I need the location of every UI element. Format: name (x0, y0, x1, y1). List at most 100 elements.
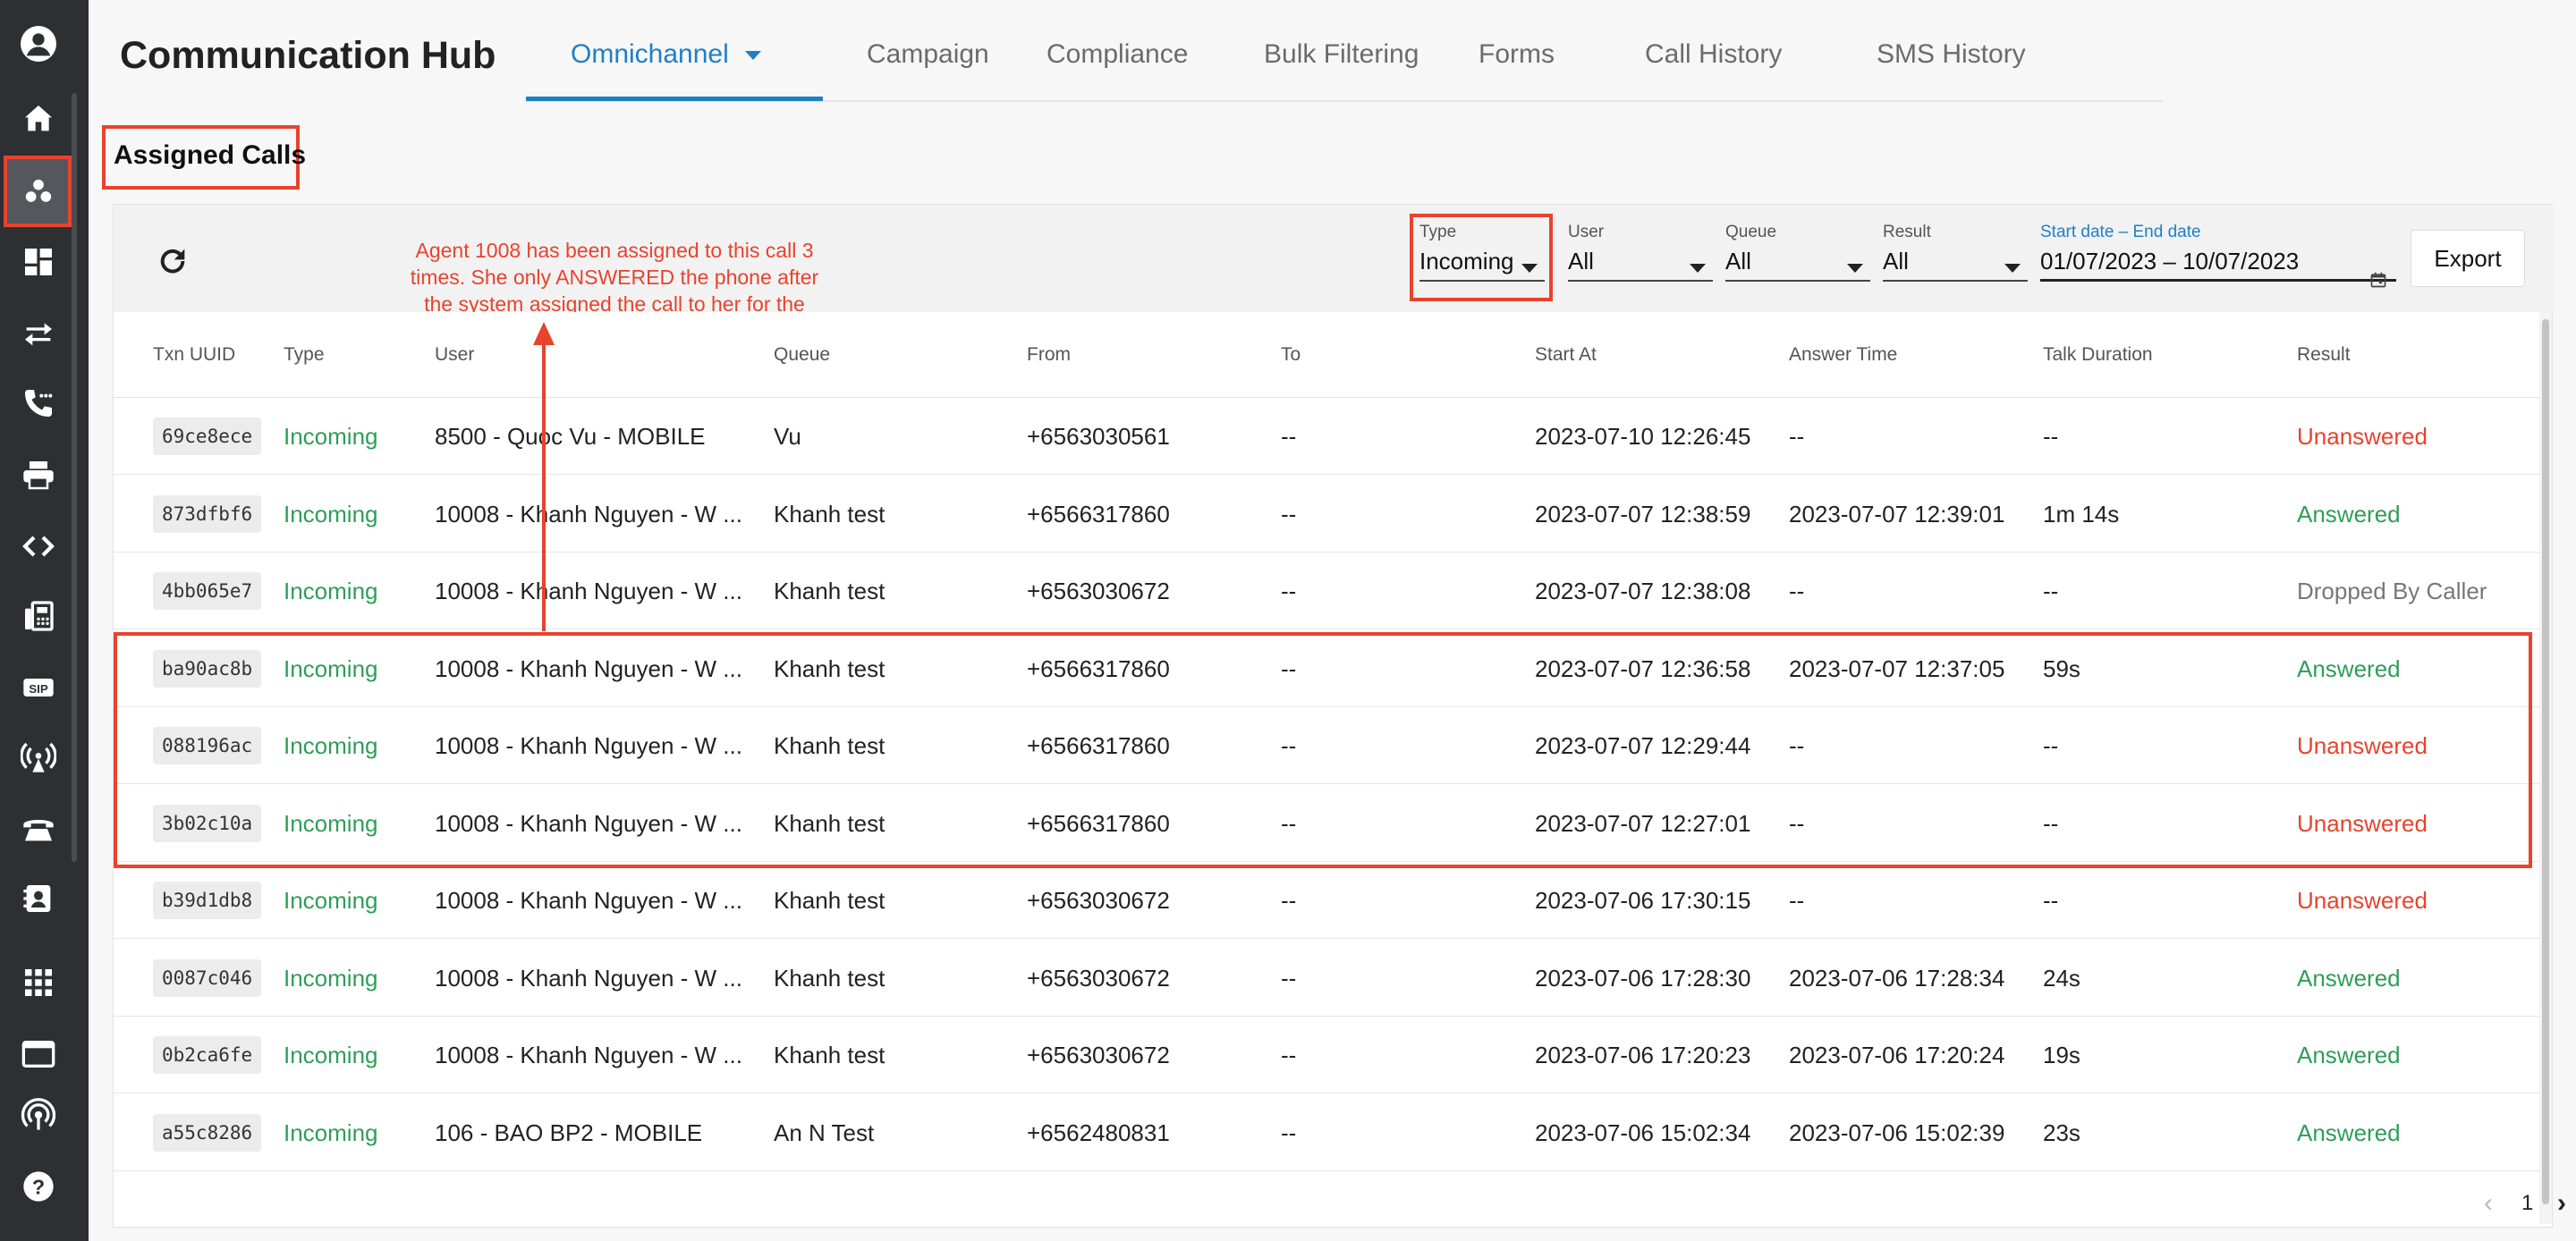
cell-result: Answered (2297, 964, 2401, 992)
col-header-result[interactable]: Result (2297, 344, 2351, 366)
table-row[interactable]: 088196ac Incoming 10008 - Khanh Nguyen - W… (114, 707, 2539, 784)
txn-uuid-chip[interactable]: 4bb065e7 (153, 572, 262, 610)
table-row[interactable]: 0b2ca6fe Incoming 10008 - Khanh Nguyen - W… (114, 1017, 2539, 1093)
table-row[interactable]: 873dfbf6 Incoming 10008 - Khanh Nguyen - W… (114, 475, 2539, 553)
cell-answer-time: -- (1789, 578, 1805, 604)
cell-type: Incoming (284, 423, 378, 450)
sip-icon[interactable]: SIP (0, 656, 77, 719)
tab-compliance[interactable]: Compliance (1046, 39, 1188, 70)
txn-uuid-chip[interactable]: ba90ac8b (153, 649, 262, 688)
dashboard-icon[interactable] (0, 231, 77, 293)
home-icon[interactable] (0, 88, 77, 150)
start-date[interactable]: 01/07/2023 (2040, 248, 2157, 274)
apps-grid-icon[interactable] (0, 951, 77, 1014)
table-row[interactable]: b39d1db8 Incoming 10008 - Khanh Nguyen - W… (114, 862, 2539, 939)
cell-user: 8500 - Quoc Vu - MOBILE (435, 423, 706, 450)
page-number[interactable]: 1 (2521, 1191, 2533, 1216)
col-header-from[interactable]: From (1027, 344, 1071, 366)
tab-bar: Omnichannel Campaign Compliance Bulk Fil… (526, 0, 2163, 102)
desk-phone-icon[interactable] (0, 798, 77, 860)
cell-queue: Khanh test (774, 809, 886, 837)
help-icon[interactable]: ? (0, 1155, 77, 1218)
tab-call-history[interactable]: Call History (1645, 39, 1782, 70)
fax-icon[interactable] (0, 585, 77, 647)
txn-uuid-chip[interactable]: 873dfbf6 (153, 494, 262, 533)
next-page-icon[interactable]: › (2557, 1188, 2566, 1219)
type-filter[interactable]: Type Incoming (1419, 223, 1545, 282)
txn-uuid-chip[interactable]: 69ce8ece (153, 418, 262, 455)
cell-answer-time: 2023-07-07 12:37:05 (1789, 654, 2005, 682)
txn-uuid-chip[interactable]: 0087c046 (153, 958, 262, 997)
txn-uuid-chip[interactable]: b39d1db8 (153, 882, 262, 919)
user-filter-label: User (1568, 223, 1605, 241)
chevron-down-icon (1847, 264, 1863, 273)
txn-uuid-chip[interactable]: a55c8286 (153, 1113, 262, 1152)
cell-from: +6563030672 (1027, 964, 1170, 992)
antenna-icon[interactable] (0, 726, 77, 789)
tab-bulk-filtering[interactable]: Bulk Filtering (1264, 39, 1419, 70)
code-icon[interactable] (0, 515, 77, 578)
scrollbar-thumb[interactable] (2542, 319, 2549, 1204)
txn-uuid-chip[interactable]: 088196ac (153, 727, 262, 764)
cell-start-at: 2023-07-06 17:30:15 (1535, 887, 1751, 914)
phone-forward-icon[interactable] (0, 372, 77, 435)
tab-sms-history[interactable]: SMS History (1877, 39, 2026, 70)
cell-result: Answered (2297, 654, 2401, 682)
cell-result: Dropped By Caller (2297, 578, 2487, 604)
col-header-answer[interactable]: Answer Time (1789, 344, 1897, 366)
cell-to: -- (1281, 732, 1297, 759)
col-header-start[interactable]: Start At (1535, 344, 1597, 366)
cell-answer-time: 2023-07-06 15:02:39 (1789, 1119, 2005, 1146)
col-header-user[interactable]: User (435, 344, 474, 366)
tab-campaign[interactable]: Campaign (867, 39, 989, 70)
cell-type: Incoming (284, 578, 378, 604)
calendar-icon[interactable] (2369, 271, 2387, 289)
cell-from: +6566317860 (1027, 500, 1170, 528)
table-row[interactable]: 69ce8ece Incoming 8500 - Quoc Vu - MOBILE V… (114, 398, 2539, 475)
cell-type: Incoming (284, 887, 378, 914)
prev-page-icon[interactable]: ‹ (2484, 1188, 2493, 1219)
user-avatar-icon[interactable] (0, 13, 77, 75)
cell-user: 10008 - Khanh Nguyen - W ... (435, 654, 742, 682)
broadcast-icon[interactable] (0, 1084, 77, 1146)
queue-filter[interactable]: Queue All (1725, 223, 1870, 282)
col-header-type[interactable]: Type (284, 344, 325, 366)
people-icon[interactable] (0, 161, 77, 224)
end-date[interactable]: 10/07/2023 (2182, 248, 2299, 274)
cell-to: -- (1281, 1042, 1297, 1068)
cell-from: +6566317860 (1027, 732, 1170, 759)
col-header-talk[interactable]: Talk Duration (2043, 344, 2153, 366)
result-filter[interactable]: Result All (1883, 223, 2028, 282)
cell-queue: Khanh test (774, 732, 886, 759)
table-row[interactable]: 0087c046 Incoming 10008 - Khanh Nguyen - W… (114, 939, 2539, 1017)
table-row[interactable]: a55c8286 Incoming 106 - BAO BP2 - MOBILE An… (114, 1093, 2539, 1171)
cell-from: +6566317860 (1027, 654, 1170, 682)
table-row[interactable]: 4bb065e7 Incoming 10008 - Khanh Nguyen - W… (114, 553, 2539, 629)
contact-book-icon[interactable] (0, 867, 77, 930)
txn-uuid-chip[interactable]: 0b2ca6fe (153, 1036, 262, 1074)
col-header-to[interactable]: To (1281, 344, 1301, 366)
tab-forms[interactable]: Forms (1479, 39, 1555, 70)
refresh-icon[interactable] (155, 243, 191, 279)
table-row[interactable]: 3b02c10a Incoming 10008 - Khanh Nguyen - W… (114, 784, 2539, 862)
cell-talk-duration: 1m 14s (2043, 500, 2120, 528)
export-button[interactable]: Export (2411, 230, 2525, 287)
tab-omnichannel[interactable]: Omnichannel (571, 39, 761, 70)
table-row[interactable]: ba90ac8b Incoming 10008 - Khanh Nguyen - W… (114, 629, 2539, 707)
cell-user: 10008 - Khanh Nguyen - W ... (435, 809, 742, 837)
user-filter[interactable]: User All (1568, 223, 1713, 282)
col-header-uuid[interactable]: Txn UUID (153, 344, 235, 366)
cell-start-at: 2023-07-07 12:29:44 (1535, 732, 1751, 759)
printer-icon[interactable] (0, 443, 77, 506)
table-scrollbar[interactable] (2539, 312, 2552, 1224)
col-header-queue[interactable]: Queue (774, 344, 830, 366)
date-range-filter[interactable]: Start date – End date 01/07/2023 – 10/07… (2040, 223, 2396, 288)
cell-to: -- (1281, 578, 1297, 604)
cell-start-at: 2023-07-07 12:38:08 (1535, 578, 1751, 604)
date-range-value: 01/07/2023 – 10/07/2023 (2040, 248, 2396, 275)
svg-text:?: ? (32, 1175, 45, 1198)
sidebar: SIP ? (0, 0, 89, 1241)
window-icon[interactable] (0, 1023, 77, 1085)
transfer-arrows-icon[interactable] (0, 302, 77, 365)
txn-uuid-chip[interactable]: 3b02c10a (153, 804, 262, 842)
